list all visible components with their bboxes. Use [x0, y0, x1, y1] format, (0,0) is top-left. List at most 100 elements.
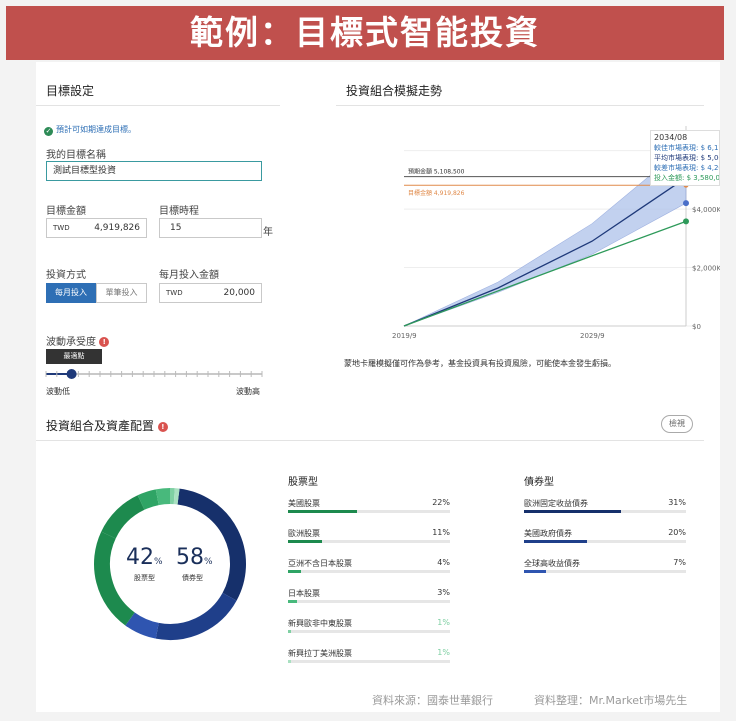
footer-compiled: 資料整理：Mr.Market市場先生	[534, 694, 688, 707]
risk-label-text: 波動承受度	[46, 337, 96, 348]
allocation-row-name: 新興歐非中東股票	[288, 619, 352, 628]
stock-pct-value: 42	[126, 545, 154, 570]
stock-pct-sign: %	[154, 557, 163, 567]
simulation-note: 蒙地卡羅模擬僅可作為參考，基金投資具有投資風險，可能使本金發生虧損。	[344, 359, 616, 368]
method-single-button[interactable]: 單筆投入	[96, 283, 147, 303]
slider-handle[interactable]	[66, 369, 77, 379]
bond-heading: 債券型	[524, 477, 554, 488]
page-banner: 範例：目標式智能投資	[6, 6, 724, 60]
allocation-row-bar	[524, 540, 587, 543]
allocation-donut	[94, 488, 246, 640]
allocation-row-track	[524, 510, 686, 513]
risk-low-label: 波動低	[46, 387, 70, 396]
y-tick-label: $2,000K	[692, 265, 720, 273]
allocation-row-pct: 11%	[432, 528, 450, 537]
risk-tooltip: 最適點	[46, 349, 102, 364]
allocation-row-track	[524, 570, 686, 573]
allocation-row-track	[288, 540, 450, 543]
tooltip-invest: 投入金額: $ 3,580,000	[654, 174, 720, 182]
goal-status-text: 預計可如期達成目標。	[56, 125, 136, 134]
goal-name-value: 測試目標型投資	[53, 166, 117, 176]
monthly-amount-currency: TWD	[166, 289, 183, 297]
monthly-amount-input[interactable]: TWD 20,000	[159, 283, 262, 303]
allocation-row-pct: 3%	[437, 588, 450, 597]
view-button[interactable]: 檢視	[661, 415, 693, 433]
allocation-row-track	[288, 570, 450, 573]
stock-heading: 股票型	[288, 477, 318, 488]
allocation-row-track	[288, 660, 450, 663]
risk-label: 波動承受度 !	[46, 333, 110, 348]
risk-slider[interactable]	[42, 366, 266, 382]
tooltip-avg: 平均市場表現: $ 5,069,68	[654, 154, 719, 162]
y-tick-label: $4,000K	[692, 206, 720, 214]
simulation-section-title: 投資組合模擬走勢	[346, 84, 443, 98]
goal-period-input[interactable]: 15	[159, 218, 262, 238]
allocation-row-pct: 1%	[437, 648, 450, 657]
y-tick-label: $0	[692, 323, 701, 331]
donut-slice	[137, 489, 159, 510]
donut-slice	[155, 488, 171, 506]
allocation-row-track	[288, 600, 450, 603]
tooltip-good: 較佳市場表現: $ 6,170,30	[654, 144, 719, 152]
goal-period-value: 15	[170, 223, 182, 233]
allocation-info-icon[interactable]: !	[157, 422, 168, 432]
tooltip-date: 2034/08	[654, 133, 688, 142]
check-circle-icon: ✓	[44, 127, 53, 136]
allocation-row-pct: 20%	[668, 528, 686, 537]
allocation-row-pct: 22%	[432, 498, 450, 507]
donut-slice	[125, 612, 160, 639]
point-poor	[683, 200, 689, 207]
chart-tooltip: 2034/08 較佳市場表現: $ 6,170,30 平均市場表現: $ 5,0…	[650, 130, 720, 186]
allocation-row-bar	[288, 600, 298, 603]
goal-section-title: 目標設定	[46, 84, 95, 98]
allocation-row-pct: 4%	[437, 558, 450, 567]
expected-label: 預期金額 5,108,500	[408, 168, 465, 176]
goal-name-input[interactable]: 測試目標型投資	[46, 161, 262, 181]
allocation-row-track	[288, 630, 450, 633]
allocation-row-bar	[288, 570, 301, 573]
donut-slice	[155, 592, 237, 640]
allocation-row-bar	[288, 630, 292, 633]
stock-pct: 42%	[126, 545, 163, 570]
monthly-amount-label: 每月投入金額	[159, 270, 219, 281]
target-label: 目標金額 4,919,826	[408, 189, 465, 197]
allocation-section-title: 投資組合及資產配置 !	[46, 417, 168, 434]
allocation-row-track	[288, 510, 450, 513]
goal-amount-value: 4,919,826	[94, 223, 140, 233]
allocation-row-name: 新興拉丁美洲股票	[288, 649, 352, 658]
donut-slice	[101, 495, 145, 539]
tooltip-poor: 較差市場表現: $ 4,201,65	[654, 164, 719, 172]
app-card: 目標設定 ✓ 預計可如期達成目標。 我的目標名稱 測試目標型投資 目標金額 TWD…	[36, 62, 720, 712]
stock-type-label: 股票型	[134, 574, 155, 582]
goal-amount-label: 目標金額	[46, 206, 86, 217]
allocation-row-name: 全球高收益債券	[524, 559, 580, 568]
info-icon[interactable]: !	[99, 337, 110, 347]
x-tick-label: 2029/9	[580, 332, 605, 340]
goal-name-label: 我的目標名稱	[46, 150, 106, 161]
allocation-row-name: 亞洲不含日本股票	[288, 559, 352, 568]
allocation-row-pct: 31%	[668, 498, 686, 507]
method-monthly-button[interactable]: 每月投入	[46, 283, 96, 303]
allocation-title-text: 投資組合及資產配置	[46, 419, 155, 433]
goal-amount-input[interactable]: TWD 4,919,826	[46, 218, 147, 238]
allocation-row-pct: 7%	[673, 558, 686, 567]
goal-amount-currency: TWD	[53, 224, 70, 232]
allocation-row-pct: 1%	[437, 618, 450, 627]
bond-type-label: 債券型	[182, 574, 203, 582]
allocation-row-name: 日本股票	[288, 589, 320, 598]
point-invest	[683, 218, 689, 225]
allocation-row-name: 歐洲固定收益債券	[524, 499, 588, 508]
bond-pct-value: 58	[176, 545, 204, 570]
bond-pct: 58%	[176, 545, 213, 570]
allocation-row-name: 歐洲股票	[288, 529, 320, 538]
allocation-row-track	[524, 540, 686, 543]
invest-line	[403, 220, 687, 327]
allocation-row-bar	[288, 540, 323, 543]
footer-source: 資料來源：國泰世華銀行	[372, 694, 493, 707]
bond-pct-sign: %	[204, 557, 213, 567]
allocation-row-name: 美國政府債券	[524, 529, 572, 538]
allocation-row-bar	[288, 660, 292, 663]
allocation-row-bar	[288, 510, 357, 513]
allocation-row-name: 美國股票	[288, 499, 320, 508]
x-tick-label: 2019/9	[392, 332, 417, 340]
